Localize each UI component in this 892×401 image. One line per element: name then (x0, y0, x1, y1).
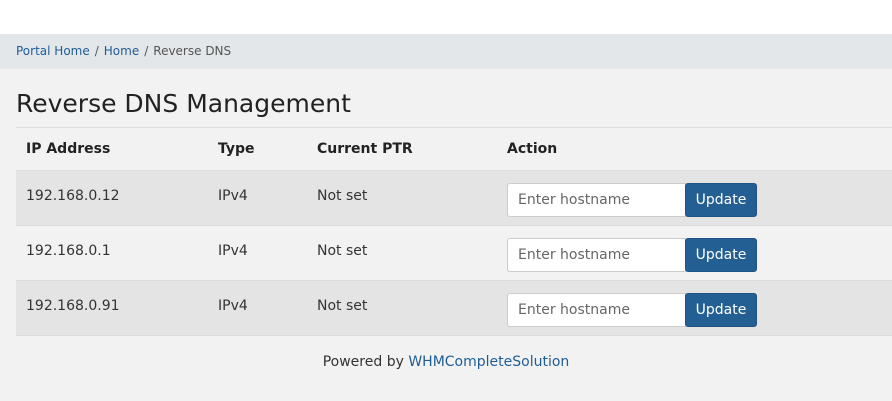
hostname-input[interactable] (507, 293, 686, 327)
hostname-input[interactable] (507, 183, 686, 217)
breadcrumb-separator: / (94, 44, 99, 58)
footer-whmcs-link[interactable]: WHMCompleteSolution (408, 354, 569, 370)
table-header-row: IP Address Type Current PTR Action (16, 128, 892, 171)
ip-type-cell: IPv4 (218, 243, 248, 259)
breadcrumb-portal-home[interactable]: Portal Home (16, 44, 90, 58)
ip-type-cell: IPv4 (218, 188, 248, 204)
column-header-current-ptr: Current PTR (317, 141, 413, 157)
column-header-action: Action (507, 141, 558, 157)
current-ptr-cell: Not set (317, 188, 368, 204)
column-header-ip-address: IP Address (26, 141, 111, 157)
current-ptr-cell: Not set (317, 298, 368, 314)
breadcrumb-home[interactable]: Home (104, 44, 139, 58)
ip-address-cell: 192.168.0.1 (26, 243, 111, 259)
top-bar (0, 0, 892, 34)
update-button[interactable]: Update (685, 238, 757, 272)
update-button[interactable]: Update (685, 183, 757, 217)
breadcrumb-separator: / (144, 44, 149, 58)
current-ptr-cell: Not set (317, 243, 368, 259)
ip-type-cell: IPv4 (218, 298, 248, 314)
ip-address-cell: 192.168.0.91 (26, 298, 120, 314)
page-title: Reverse DNS Management (16, 89, 351, 118)
rdns-table: IP Address Type Current PTR Action 192.1… (16, 127, 892, 336)
hostname-input[interactable] (507, 238, 686, 272)
breadcrumb: Portal Home / Home / Reverse DNS (0, 34, 892, 69)
footer: Powered by WHMCompleteSolution (0, 352, 892, 372)
table-row: 192.168.0.91 IPv4 Not set Update (16, 281, 892, 336)
footer-powered-by: Powered by (322, 354, 404, 370)
table-row: 192.168.0.12 IPv4 Not set Update (16, 171, 892, 226)
breadcrumb-current: Reverse DNS (153, 44, 232, 58)
table-row: 192.168.0.1 IPv4 Not set Update (16, 226, 892, 281)
ip-address-cell: 192.168.0.12 (26, 188, 120, 204)
update-button[interactable]: Update (685, 293, 757, 327)
column-header-type: Type (218, 141, 255, 157)
